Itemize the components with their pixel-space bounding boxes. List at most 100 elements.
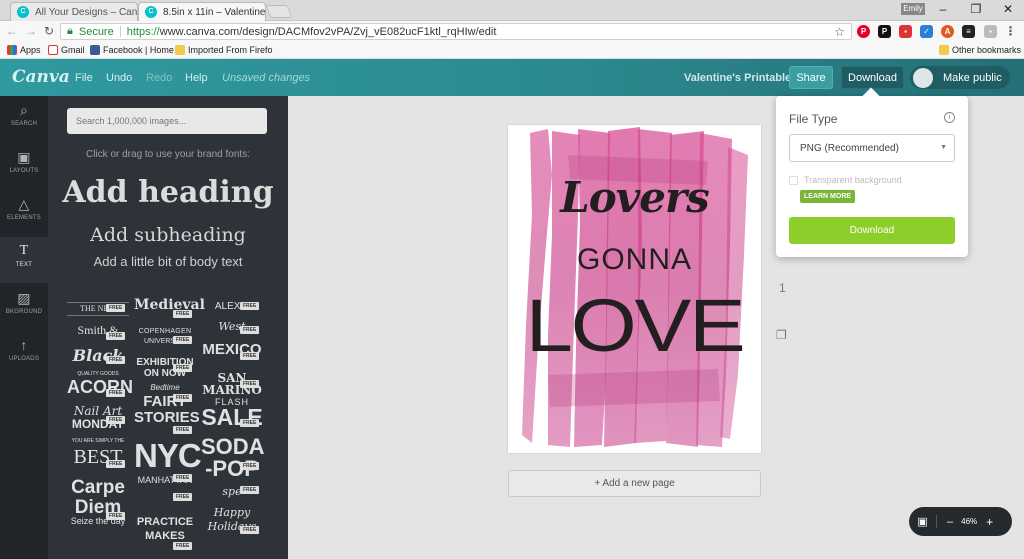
design-page[interactable]: Lovers GONNA LOVE: [508, 125, 761, 453]
url-input[interactable]: 🔒︎ Secure https:// www.canva.com/design/…: [60, 23, 852, 40]
download-confirm-button[interactable]: Download: [789, 217, 955, 244]
text-panel: Click or drag to use your brand fonts: A…: [48, 96, 288, 559]
font-combo-stories[interactable]: STORIES: [134, 410, 200, 425]
rail-background[interactable]: ▨ BKGROUND: [0, 284, 48, 330]
menu-help[interactable]: Help: [185, 72, 208, 84]
uploads-icon: ↑: [20, 337, 28, 353]
free-badge: FREE: [240, 526, 260, 534]
add-subheading-button[interactable]: Add subheading: [48, 224, 288, 246]
canva-logo[interactable]: Canva: [12, 67, 70, 87]
rail-search[interactable]: ⌕ SEARCH: [0, 96, 48, 142]
rail-label: LAYOUTS: [9, 168, 39, 174]
back-icon[interactable]: ←: [6, 24, 18, 38]
make-public-button[interactable]: Make public: [910, 66, 1010, 89]
present-icon[interactable]: ▣: [909, 515, 937, 528]
layers-extension-icon[interactable]: ≡: [962, 25, 975, 38]
free-badge: FREE: [106, 460, 126, 468]
rail-layouts[interactable]: ▣ LAYOUTS: [0, 143, 48, 189]
forward-icon[interactable]: →: [25, 24, 37, 38]
free-badge: FREE: [173, 493, 193, 501]
gonna-text[interactable]: GONNA: [508, 243, 761, 277]
bookmark-star-icon[interactable]: ☆: [834, 25, 845, 39]
make-public-label: Make public: [943, 71, 1002, 84]
add-page-button[interactable]: + Add a new page: [508, 470, 761, 497]
bookmark-other[interactable]: Other bookmarks: [939, 45, 1021, 55]
lovers-text[interactable]: Lovers: [508, 173, 761, 222]
font-combo-simply-the[interactable]: YOU ARE SIMPLY THE: [67, 439, 129, 444]
background-icon: ▨: [17, 290, 31, 306]
bookmark-facebook[interactable]: Facebook | Home: [90, 45, 174, 55]
free-badge: FREE: [106, 356, 126, 364]
canva-favicon-icon: C: [17, 6, 29, 18]
browser-tab-all-designs[interactable]: C All Your Designs – Canva ✕: [10, 2, 138, 21]
font-combo-nyc[interactable]: NYC: [134, 439, 202, 472]
free-badge: FREE: [240, 326, 260, 334]
bookmark-gmail[interactable]: Gmail: [48, 45, 85, 55]
file-type-select[interactable]: PNG (Recommended) ▼: [789, 134, 955, 162]
free-badge: FREE: [173, 336, 193, 344]
free-badge: FREE: [106, 304, 126, 312]
rail-uploads[interactable]: ↑ UPLOADS: [0, 331, 48, 377]
chrome-menu-icon[interactable]: ⋮: [1004, 25, 1017, 38]
image-search-input[interactable]: [67, 108, 267, 134]
new-tab-button[interactable]: [265, 5, 293, 18]
add-heading-button[interactable]: Add heading: [48, 175, 288, 210]
font-combo-practice[interactable]: PRACTICE: [134, 517, 196, 528]
side-rail: ⌕ SEARCH ▣ LAYOUTS △ ELEMENTS T TEXT ▨ BKGROU…: [0, 96, 48, 559]
font-combo-happy[interactable]: Happy: [201, 507, 263, 518]
menu-redo[interactable]: Redo: [146, 72, 172, 84]
duplicate-page-icon[interactable]: ❐: [776, 328, 787, 342]
red-extension-icon[interactable]: ▪: [899, 25, 912, 38]
rail-text[interactable]: T TEXT: [0, 237, 48, 283]
download-button[interactable]: Download: [841, 66, 904, 89]
font-combo-soda[interactable]: SODA: [201, 436, 265, 458]
add-body-text-button[interactable]: Add a little bit of body text: [48, 254, 288, 269]
free-badge: FREE: [106, 389, 126, 397]
bookmark-label: Other bookmarks: [952, 45, 1022, 55]
zoom-out-button[interactable]: –: [947, 516, 953, 528]
chevron-down-icon: ▼: [940, 144, 947, 151]
font-combo-copenhagen[interactable]: COPENHAGEN: [134, 328, 196, 335]
pinterest-extension-icon[interactable]: P: [857, 25, 870, 38]
gray-extension-icon[interactable]: ▪: [984, 25, 997, 38]
free-badge: FREE: [240, 302, 260, 310]
free-badge: FREE: [240, 352, 260, 360]
orange-extension-icon[interactable]: A: [941, 25, 954, 38]
canva-favicon-icon: C: [145, 6, 157, 18]
info-icon[interactable]: i: [944, 112, 955, 123]
folder-icon: [175, 45, 185, 55]
reload-icon[interactable]: ↻: [44, 24, 54, 38]
p-extension-icon[interactable]: P: [878, 25, 891, 38]
font-combo-makes[interactable]: MAKES: [134, 531, 196, 542]
window-close-icon[interactable]: ✕: [998, 2, 1018, 16]
zoom-in-button[interactable]: +: [986, 515, 993, 529]
rail-elements[interactable]: △ ELEMENTS: [0, 190, 48, 236]
url-protocol: https://: [126, 25, 160, 38]
bookmark-label: Imported From Firefo: [188, 45, 273, 55]
menu-undo[interactable]: Undo: [106, 72, 132, 84]
bookmark-apps[interactable]: Apps: [7, 45, 41, 55]
font-combo-carpe[interactable]: Carpe: [67, 478, 129, 497]
learn-more-button[interactable]: LEARN MORE: [800, 190, 856, 203]
zoom-level: 46%: [961, 517, 978, 526]
free-badge: FREE: [240, 380, 260, 388]
menu-file[interactable]: File: [75, 72, 93, 84]
folder-icon: [939, 45, 949, 55]
free-badge: FREE: [240, 419, 260, 427]
browser-tab-valentines[interactable]: C 8.5in x 11in – Valentine's ✕: [138, 2, 266, 21]
font-combo-bedtime[interactable]: Bedtime: [134, 384, 196, 392]
apps-grid-icon: [7, 45, 17, 55]
minimize-icon[interactable]: –: [933, 2, 953, 16]
rail-label: SEARCH: [10, 121, 38, 127]
text-icon: T: [19, 243, 29, 258]
share-button[interactable]: Share: [789, 66, 833, 89]
love-text[interactable]: LOVE: [508, 283, 761, 368]
bookmark-imported-folder[interactable]: Imported From Firefo: [175, 45, 273, 55]
blue-extension-icon[interactable]: ✓: [920, 25, 933, 38]
document-title[interactable]: Valentine's Printable: [684, 72, 791, 84]
profile-badge[interactable]: Emily: [901, 3, 925, 15]
bookmark-label: Facebook | Home: [103, 45, 174, 55]
bookmark-label: Gmail: [61, 45, 85, 55]
transparent-background-option: Transparent background: [789, 175, 902, 185]
restore-icon[interactable]: ❐: [966, 2, 986, 16]
